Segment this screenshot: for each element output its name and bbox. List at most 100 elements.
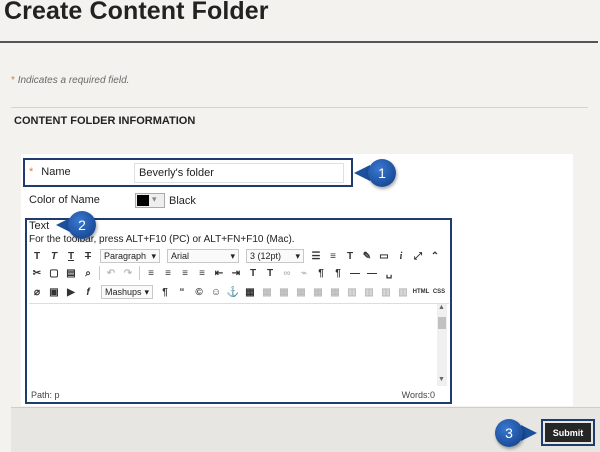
chevron-down-icon: ▾: [152, 194, 157, 204]
math-formula-icon[interactable]: f: [80, 284, 96, 300]
required-note-text: Indicates a required field.: [17, 75, 130, 86]
preview-icon[interactable]: ▭: [376, 248, 392, 264]
cut-icon[interactable]: ✂: [29, 265, 45, 281]
delete-col-icon[interactable]: ▥: [378, 284, 394, 300]
callout-pointer: [521, 425, 537, 441]
merge-cells-icon[interactable]: ▥: [395, 284, 411, 300]
heading-t2-icon[interactable]: T: [46, 248, 62, 264]
submit-button[interactable]: Submit: [545, 423, 591, 442]
format-select[interactable]: Paragraph ▾: [100, 249, 160, 263]
emoticon-icon[interactable]: ☺: [208, 284, 224, 300]
editor-toolbar-row-1: T T T T Paragraph ▾ Arial ▾ 3 (12pt) ▾ ☰ ≡ …: [29, 248, 443, 264]
ltr-icon[interactable]: ¶: [313, 265, 329, 281]
table-row-props-icon[interactable]: ▦: [259, 284, 275, 300]
section-title: CONTENT FOLDER INFORMATION: [14, 115, 196, 127]
anchor-icon[interactable]: ⚓: [225, 284, 241, 300]
heading-t3-icon[interactable]: T: [63, 248, 79, 264]
text-label: Text: [29, 220, 50, 232]
css-icon[interactable]: CSS: [431, 284, 447, 300]
blockquote-icon[interactable]: “: [174, 284, 190, 300]
find-icon[interactable]: ⌕: [80, 265, 96, 281]
color-value: Black: [169, 195, 196, 207]
undo-icon[interactable]: ↶: [103, 265, 119, 281]
editor-status-bar: Path: p Words:0: [29, 388, 449, 402]
callout-number: 1: [368, 159, 396, 187]
align-center-icon[interactable]: ≡: [160, 265, 176, 281]
redo-icon[interactable]: ↷: [120, 265, 136, 281]
chevron-down-icon: ▾: [144, 286, 149, 297]
callout-number: 3: [495, 419, 523, 447]
bullet-list-icon[interactable]: ☰: [308, 248, 324, 264]
toolbar-separator: [99, 266, 100, 280]
editor-scrollbar[interactable]: ▲ ▼: [437, 304, 447, 386]
callout-2: 2: [56, 211, 102, 239]
insert-row-before-icon[interactable]: ▦: [293, 284, 309, 300]
font-select-value: Arial: [171, 251, 190, 261]
justify-icon[interactable]: ≡: [194, 265, 210, 281]
size-select[interactable]: 3 (12pt) ▾: [246, 249, 304, 263]
page-title: Create Content Folder: [4, 0, 269, 25]
insert-table-icon[interactable]: ▦: [242, 284, 258, 300]
indent-icon[interactable]: ⇥: [228, 265, 244, 281]
scroll-up-icon[interactable]: ▲: [438, 304, 445, 311]
editor-toolbar-row-2: ✂ ▢ ▤ ⌕ ↶ ↷ ≡ ≡ ≡ ≡ ⇤ ⇥ T T ∞ ⌁ ¶ ¶ — — …: [29, 265, 397, 281]
italic-info-icon[interactable]: i: [393, 248, 409, 264]
insert-col-after-icon[interactable]: ▥: [361, 284, 377, 300]
insert-row-after-icon[interactable]: ▦: [310, 284, 326, 300]
horizontal-rule-icon[interactable]: —: [347, 265, 363, 281]
color-picker-button[interactable]: ▾: [135, 193, 165, 208]
name-label-text: Name: [41, 166, 71, 178]
chevron-down-icon: ▾: [295, 250, 300, 261]
table-cell-props-icon[interactable]: ▦: [276, 284, 292, 300]
fullscreen-icon[interactable]: ⤢: [410, 248, 426, 264]
align-left-icon[interactable]: ≡: [143, 265, 159, 281]
rtl-icon[interactable]: ¶: [330, 265, 346, 281]
collapse-toolbar-icon[interactable]: ⌃: [427, 248, 443, 264]
subscript-icon[interactable]: T: [262, 265, 278, 281]
name-label: * Name: [29, 166, 71, 178]
text-color-icon[interactable]: T: [342, 248, 358, 264]
attach-file-icon[interactable]: ⌀: [29, 284, 45, 300]
insert-col-before-icon[interactable]: ▥: [344, 284, 360, 300]
callout-3: 3: [495, 419, 541, 447]
strikethrough-icon[interactable]: T: [80, 248, 96, 264]
format-select-value: Paragraph: [104, 251, 147, 261]
align-right-icon[interactable]: ≡: [177, 265, 193, 281]
callout-number: 2: [68, 211, 96, 239]
paste-icon[interactable]: ▤: [63, 265, 79, 281]
required-field-note: * Indicates a required field.: [11, 75, 129, 86]
scroll-down-icon[interactable]: ▼: [438, 376, 445, 383]
name-input[interactable]: [134, 163, 344, 183]
unlink-icon[interactable]: ⌁: [296, 265, 312, 281]
insert-image-icon[interactable]: ▣: [46, 284, 62, 300]
title-divider: [0, 41, 598, 43]
callout-1: 1: [354, 159, 402, 187]
chevron-down-icon: ▾: [230, 250, 235, 261]
word-count: Words:0: [401, 390, 435, 400]
scroll-thumb[interactable]: [438, 317, 446, 329]
nonbreaking-space-icon[interactable]: ␣: [381, 265, 397, 281]
superscript-icon[interactable]: T: [245, 265, 261, 281]
color-swatch: [137, 195, 149, 206]
copyright-icon[interactable]: ©: [191, 284, 207, 300]
font-select[interactable]: Arial ▾: [167, 249, 239, 263]
chevron-down-icon: ▾: [151, 250, 156, 261]
numbered-list-icon[interactable]: ≡: [325, 248, 341, 264]
paragraph-mark-icon[interactable]: ¶: [157, 284, 173, 300]
heading-t1-icon[interactable]: T: [29, 248, 45, 264]
horizontal-line-icon[interactable]: —: [364, 265, 380, 281]
delete-row-icon[interactable]: ▦: [327, 284, 343, 300]
editor-toolbar-row-3: ⌀ ▣ ▶ f Mashups ▾ ¶ “ © ☺ ⚓ ▦ ▦ ▦ ▦ ▦ ▦ ▥…: [29, 284, 447, 300]
mashups-label: Mashups: [105, 287, 142, 297]
section-divider: [11, 107, 588, 108]
size-select-value: 3 (12pt): [250, 251, 282, 261]
highlight-pen-icon[interactable]: ✎: [359, 248, 375, 264]
link-icon[interactable]: ∞: [279, 265, 295, 281]
required-star: *: [11, 75, 15, 86]
editor-content-area[interactable]: [29, 303, 449, 387]
html-source-icon[interactable]: HTML: [412, 284, 430, 300]
insert-media-icon[interactable]: ▶: [63, 284, 79, 300]
outdent-icon[interactable]: ⇤: [211, 265, 227, 281]
mashups-select[interactable]: Mashups ▾: [101, 285, 153, 299]
copy-icon[interactable]: ▢: [46, 265, 62, 281]
